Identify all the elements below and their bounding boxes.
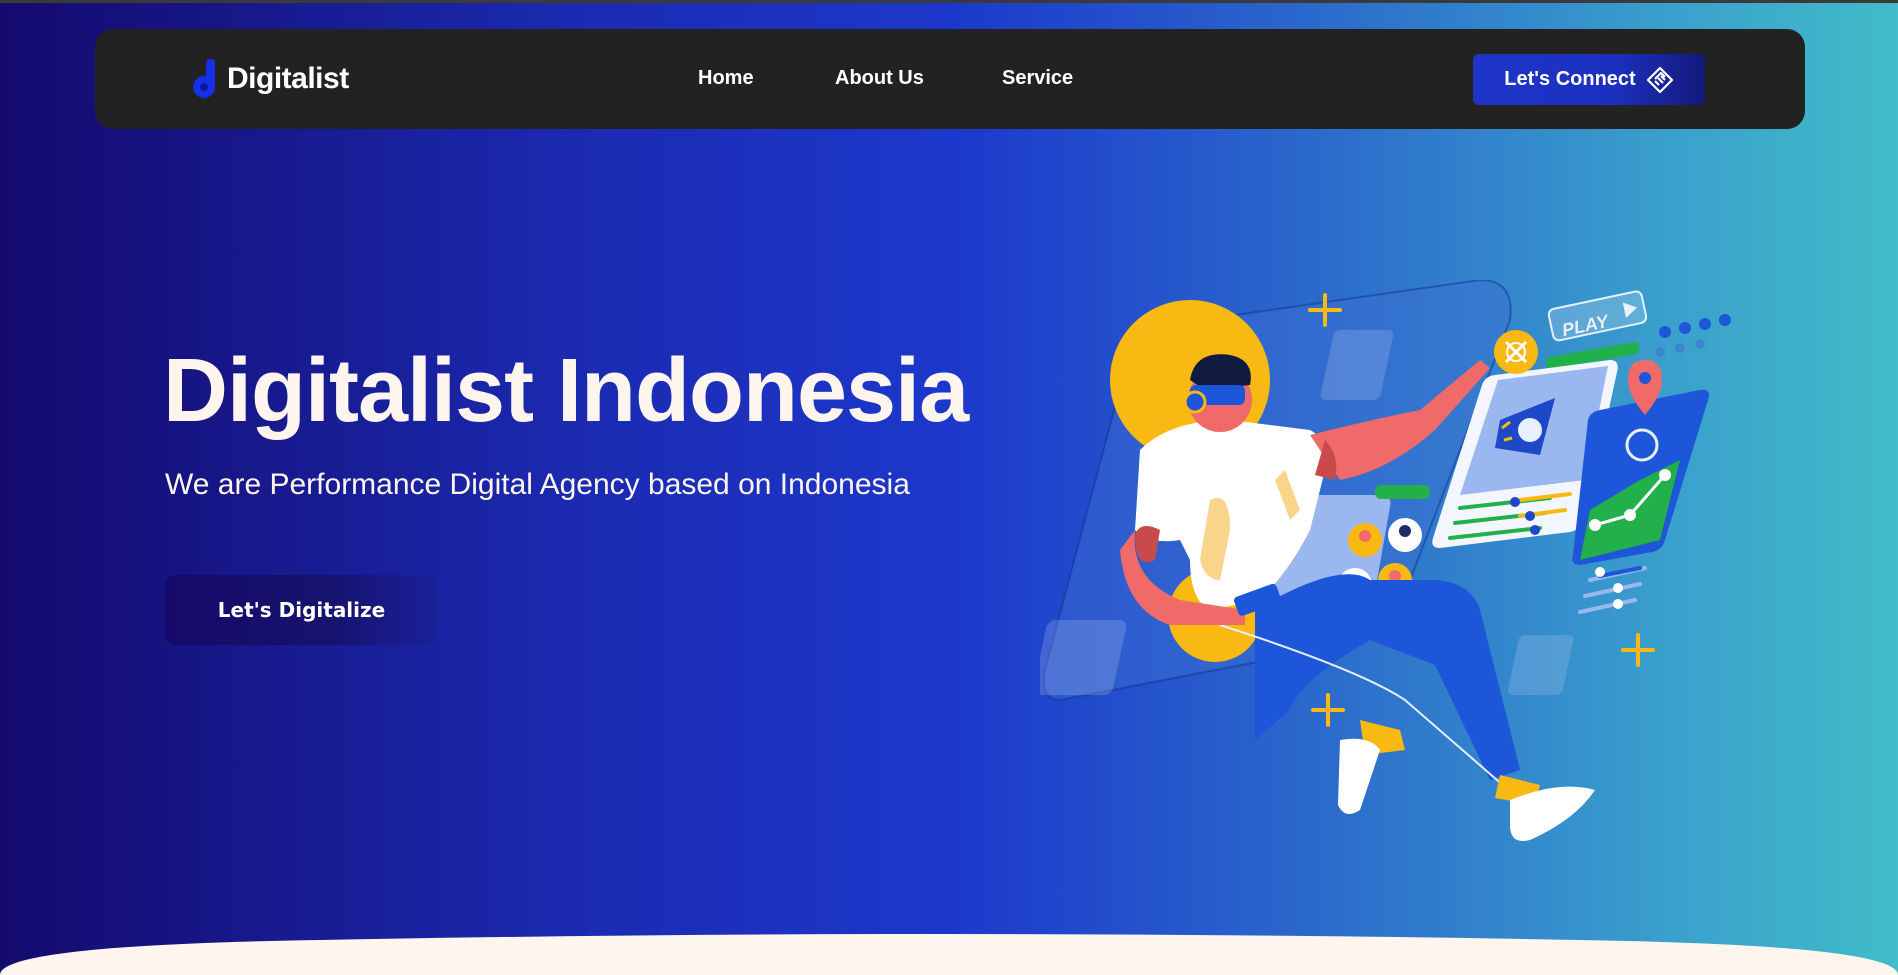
hero-subtitle: We are Performance Digital Agency based …	[165, 468, 910, 501]
window-top-border	[0, 0, 1898, 3]
nav-home[interactable]: Home	[698, 67, 754, 90]
lets-digitalize-button[interactable]: Let's Digitalize	[165, 575, 438, 645]
navbar: Digitalist Home About Us Service Let's C…	[95, 29, 1805, 129]
hero-title: Digitalist Indonesia	[163, 341, 969, 441]
brand-name: Digitalist	[227, 62, 349, 95]
nav-about-us[interactable]: About Us	[835, 67, 924, 90]
bottom-wave	[0, 934, 1898, 975]
brand-logo[interactable]: Digitalist	[193, 57, 349, 101]
hero-illustration: PLAY	[1040, 280, 1731, 841]
nav-service[interactable]: Service	[1002, 67, 1073, 90]
logo-icon	[193, 59, 215, 98]
lets-connect-button[interactable]: Let's Connect	[1473, 54, 1705, 105]
handshake-icon	[1646, 66, 1673, 93]
play-badge: PLAY	[1547, 290, 1648, 342]
connect-label: Let's Connect	[1504, 68, 1636, 90]
